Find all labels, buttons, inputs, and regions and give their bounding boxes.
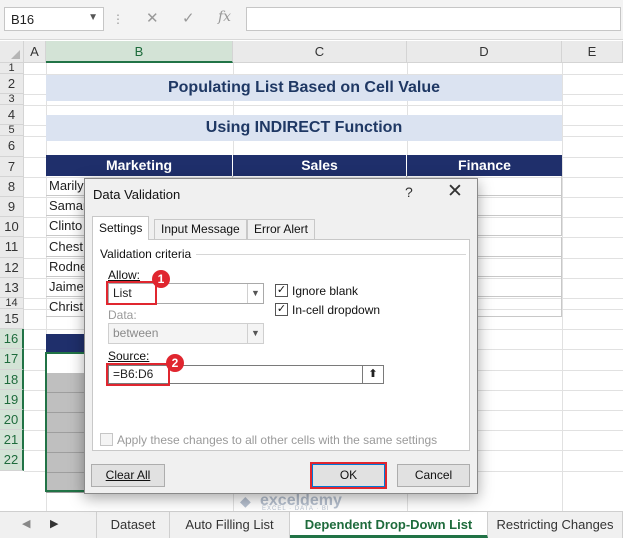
- sheet-tab-auto-filling[interactable]: Auto Filling List: [170, 512, 290, 538]
- ignore-blank-label: Ignore blank: [292, 284, 359, 298]
- cancel-icon[interactable]: ✕: [146, 9, 159, 27]
- marker-2: 2: [166, 354, 184, 372]
- column-header-b[interactable]: B: [46, 41, 233, 63]
- row-header-3[interactable]: 3: [0, 94, 24, 106]
- in-cell-dropdown-label: In-cell dropdown: [292, 303, 381, 317]
- column-header-a[interactable]: A: [24, 41, 46, 63]
- name-box[interactable]: B16 ▼: [4, 7, 104, 31]
- row-header-16[interactable]: 16: [0, 329, 24, 350]
- header-sales[interactable]: Sales: [233, 155, 407, 176]
- cancel-button[interactable]: Cancel: [397, 464, 470, 487]
- select-all-corner[interactable]: [0, 41, 24, 63]
- row-header-2[interactable]: 2: [0, 74, 24, 95]
- function-icon[interactable]: fx: [218, 9, 231, 25]
- sheet-tab-restricting[interactable]: Restricting Changes: [488, 512, 623, 538]
- formula-bar: B16 ▼ ⋮ ✕ ✓ fx: [0, 0, 623, 40]
- sheet-title: Populating List Based on Cell Value: [46, 75, 562, 101]
- clear-all-button[interactable]: Clear All: [91, 464, 165, 487]
- row-header-1[interactable]: 1: [0, 63, 24, 74]
- row-header-7[interactable]: 7: [0, 156, 24, 177]
- data-label: Data:: [108, 308, 137, 322]
- row-header-12[interactable]: 12: [0, 257, 24, 278]
- collapse-range-icon[interactable]: ⬆: [362, 365, 384, 384]
- highlight-source: [106, 363, 170, 386]
- highlight-allow: [106, 281, 157, 305]
- scroll-left-icon[interactable]: ◀: [22, 517, 30, 530]
- row-header-9[interactable]: 9: [0, 197, 24, 218]
- column-header-d[interactable]: D: [407, 41, 562, 63]
- row-header-5[interactable]: 5: [0, 125, 24, 137]
- row-header-11[interactable]: 11: [0, 237, 24, 258]
- tab-error-alert[interactable]: Error Alert: [247, 219, 316, 239]
- apply-all-checkbox: [100, 433, 113, 446]
- row-header-22[interactable]: 22: [0, 450, 24, 471]
- column-header-c[interactable]: C: [233, 41, 407, 63]
- watermark: ◆ exceldemy EXCEL · DATA · BI: [240, 492, 342, 512]
- chevron-down-icon[interactable]: ▼: [247, 284, 263, 303]
- drag-handle-icon: ⋮: [112, 12, 124, 26]
- settings-panel: [92, 239, 470, 451]
- highlight-ok: [310, 462, 387, 489]
- tab-input-message[interactable]: Input Message: [154, 219, 247, 239]
- formula-input[interactable]: [246, 7, 621, 31]
- row-header-8[interactable]: 8: [0, 176, 24, 197]
- dialog-title: Data Validation: [93, 187, 181, 202]
- grid-line: [24, 105, 623, 107]
- sheet-tab-dataset[interactable]: Dataset: [96, 512, 170, 538]
- sheet-subtitle: Using INDIRECT Function: [46, 115, 562, 141]
- name-box-value: B16: [11, 12, 35, 27]
- row-header-19[interactable]: 19: [0, 389, 24, 410]
- source-label: Source:: [108, 349, 150, 363]
- help-icon[interactable]: ?: [405, 184, 413, 200]
- row-header-18[interactable]: 18: [0, 369, 24, 390]
- in-cell-dropdown-checkbox[interactable]: ✓: [275, 303, 288, 316]
- grid-line: [562, 63, 563, 511]
- row-header-6[interactable]: 6: [0, 136, 24, 157]
- header-marketing[interactable]: Marketing: [46, 155, 233, 176]
- logo-icon: ◆: [240, 493, 251, 509]
- chevron-down-icon[interactable]: ▼: [88, 12, 98, 23]
- column-header-e[interactable]: E: [562, 41, 623, 63]
- marker-1: 1: [152, 270, 170, 288]
- row-header-15[interactable]: 15: [0, 309, 24, 330]
- ignore-blank-checkbox[interactable]: ✓: [275, 284, 288, 297]
- row-header-4[interactable]: 4: [0, 105, 24, 126]
- row-header-17[interactable]: 17: [0, 349, 24, 370]
- sheet-tab-dependent-dropdown[interactable]: Dependent Drop-Down List: [290, 512, 488, 538]
- row-header-10[interactable]: 10: [0, 217, 24, 238]
- tab-settings[interactable]: Settings: [92, 216, 150, 240]
- check-icon[interactable]: ✓: [182, 9, 195, 27]
- row-header-21[interactable]: 21: [0, 430, 24, 451]
- chevron-down-icon: ▼: [247, 324, 263, 343]
- group-label: Validation criteria: [100, 247, 192, 261]
- sheet-tab-bar: ◀ ▶ Dataset Auto Filling List Dependent …: [0, 511, 623, 538]
- group-divider: [196, 254, 466, 255]
- row-header-20[interactable]: 20: [0, 410, 24, 431]
- allow-label: Allow:: [108, 268, 141, 282]
- data-select: between ▼: [108, 323, 264, 344]
- row-header-13[interactable]: 13: [0, 277, 24, 298]
- row-header-14[interactable]: 14: [0, 298, 24, 309]
- apply-all-label: Apply these changes to all other cells w…: [117, 433, 438, 447]
- header-finance[interactable]: Finance: [407, 155, 562, 176]
- close-icon[interactable]: ✕: [447, 180, 463, 203]
- scroll-right-icon[interactable]: ▶: [50, 517, 58, 530]
